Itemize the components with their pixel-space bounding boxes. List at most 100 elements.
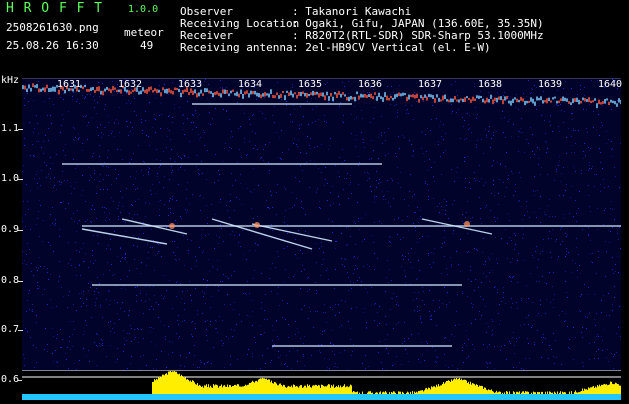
noise-speck: [543, 91, 544, 92]
noise-speck: [327, 367, 328, 368]
noise-speck: [359, 162, 360, 163]
noise-speck: [157, 253, 158, 254]
noise-speck: [534, 212, 535, 213]
noise-speck: [613, 273, 614, 274]
noise-speck: [575, 171, 576, 172]
top-noise-strip: [292, 93, 294, 98]
noise-speck: [77, 99, 78, 100]
noise-speck: [161, 295, 162, 296]
noise-speck: [241, 321, 242, 322]
top-noise-strip: [96, 86, 98, 92]
noise-speck: [247, 188, 248, 189]
activity-bar: [619, 385, 620, 394]
noise-speck: [283, 248, 284, 249]
activity-bar: [552, 392, 553, 394]
noise-speck: [374, 222, 375, 223]
noise-speck: [80, 298, 81, 299]
noise-speck: [532, 134, 533, 135]
noise-speck: [94, 170, 95, 171]
noise-speck: [269, 278, 270, 279]
noise-speck: [164, 325, 165, 326]
noise-speck: [443, 124, 444, 125]
activity-bar: [591, 387, 592, 394]
noise-speck: [63, 119, 64, 120]
noise-speck: [364, 172, 365, 173]
noise-speck: [228, 150, 229, 151]
noise-speck: [286, 105, 287, 106]
noise-speck: [431, 267, 432, 268]
noise-speck: [130, 122, 131, 123]
noise-speck: [169, 200, 170, 201]
noise-speck: [427, 128, 428, 129]
activity-bar: [359, 392, 360, 394]
noise-speck: [145, 216, 146, 217]
noise-speck: [535, 191, 536, 192]
noise-speck: [303, 116, 304, 117]
noise-speck: [452, 111, 453, 112]
noise-speck: [180, 157, 181, 158]
top-noise-strip: [146, 88, 148, 94]
noise-speck: [573, 359, 574, 360]
noise-speck: [338, 171, 339, 172]
noise-speck: [517, 308, 518, 309]
noise-speck: [322, 334, 323, 335]
noise-speck: [434, 248, 435, 249]
noise-speck: [474, 83, 475, 84]
noise-speck: [445, 214, 446, 215]
noise-speck: [544, 120, 545, 121]
noise-speck: [286, 101, 287, 102]
noise-speck: [171, 172, 172, 173]
noise-speck: [94, 173, 95, 174]
top-noise-strip: [414, 94, 416, 99]
noise-speck: [39, 286, 40, 287]
top-noise-strip: [610, 99, 612, 103]
noise-speck: [413, 151, 414, 152]
noise-speck: [598, 257, 599, 258]
noise-speck: [590, 240, 591, 241]
noise-speck: [571, 136, 572, 137]
noise-speck: [511, 307, 512, 308]
noise-speck: [96, 345, 97, 346]
noise-speck: [114, 300, 115, 301]
noise-speck: [556, 169, 557, 170]
noise-speck: [457, 95, 458, 96]
noise-speck: [617, 256, 618, 257]
noise-speck: [324, 330, 325, 331]
noise-speck: [65, 353, 66, 354]
noise-speck: [363, 142, 364, 143]
noise-speck: [126, 188, 127, 189]
noise-speck: [91, 117, 92, 118]
noise-speck: [89, 361, 90, 362]
activity-bar: [331, 385, 332, 394]
noise-speck: [505, 166, 506, 167]
noise-speck: [308, 277, 309, 278]
activity-bar: [398, 391, 399, 394]
activity-bar: [554, 391, 555, 394]
noise-speck: [492, 96, 493, 97]
noise-speck: [130, 325, 131, 326]
activity-bar: [583, 390, 584, 394]
noise-speck: [92, 156, 93, 157]
noise-speck: [187, 210, 188, 211]
noise-speck: [68, 203, 69, 204]
activity-bar: [159, 377, 160, 394]
noise-speck: [72, 346, 73, 347]
activity-bar: [468, 381, 469, 394]
noise-speck: [272, 115, 273, 116]
noise-speck: [194, 126, 195, 127]
top-noise-strip: [278, 95, 280, 99]
top-noise-strip: [214, 91, 216, 96]
activity-bar: [506, 391, 507, 394]
activity-bar: [597, 385, 598, 394]
field-value-antenna: : 2el-HB9CV Vertical (el. E-W): [292, 41, 491, 54]
noise-speck: [278, 157, 279, 158]
noise-speck: [309, 307, 310, 308]
activity-bar: [395, 392, 396, 394]
noise-speck: [28, 293, 29, 294]
noise-speck: [126, 103, 127, 104]
noise-speck: [71, 218, 72, 219]
noise-speck: [293, 105, 294, 106]
top-noise-strip: [172, 91, 174, 95]
noise-speck: [531, 92, 532, 93]
noise-speck: [516, 338, 517, 339]
